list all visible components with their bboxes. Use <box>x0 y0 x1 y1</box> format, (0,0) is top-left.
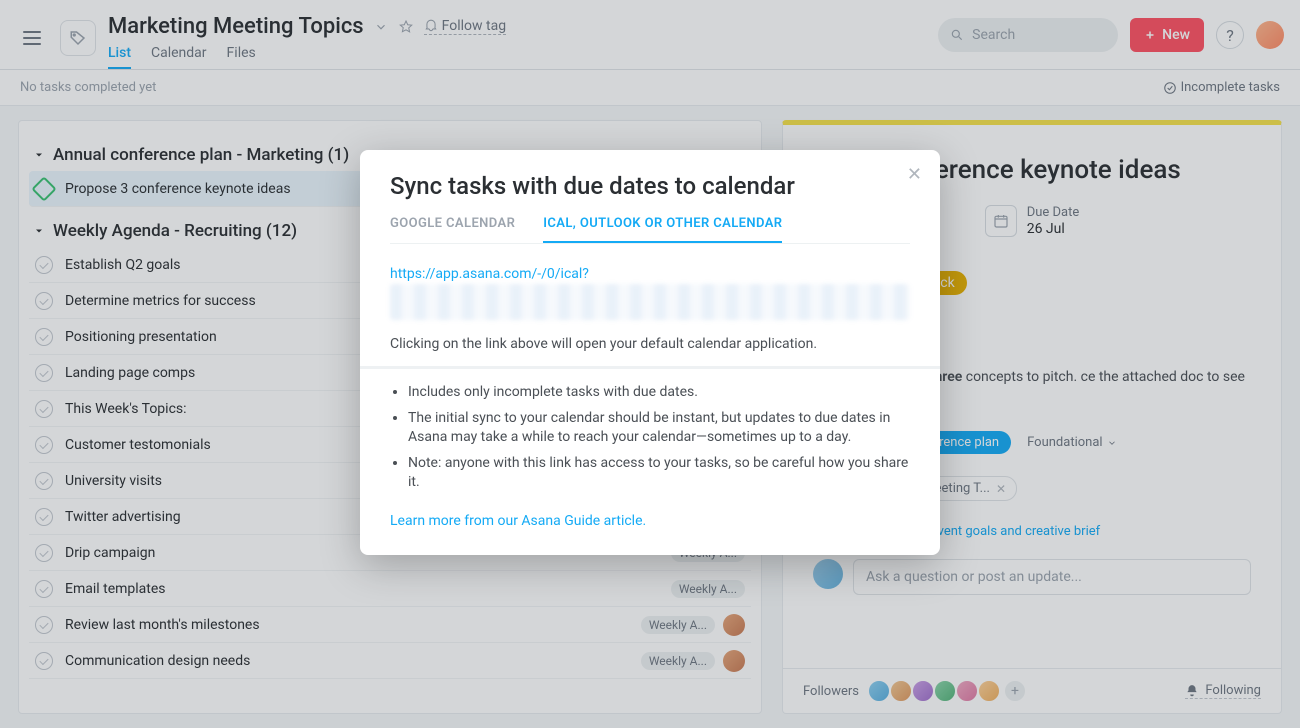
close-icon[interactable]: ✕ <box>907 164 922 185</box>
modal-bullet: The initial sync to your calendar should… <box>408 409 910 448</box>
modal-tab-ical[interactable]: ICAL, OUTLOOK OR OTHER CALENDAR <box>543 216 782 243</box>
modal-overlay[interactable]: ✕ Sync tasks with due dates to calendar … <box>0 0 1300 728</box>
ical-url-link[interactable]: https://app.asana.com/-/0/ical? <box>390 266 910 282</box>
sync-calendar-modal: ✕ Sync tasks with due dates to calendar … <box>360 150 940 555</box>
modal-explainer: Clicking on the link above will open you… <box>390 336 910 352</box>
modal-bullet: Includes only incomplete tasks with due … <box>408 383 910 403</box>
modal-tabs: GOOGLE CALENDAR ICAL, OUTLOOK OR OTHER C… <box>390 216 910 244</box>
ical-token-obscured <box>390 284 910 320</box>
modal-tab-google[interactable]: GOOGLE CALENDAR <box>390 216 515 243</box>
modal-divider <box>360 366 940 369</box>
guide-article-link[interactable]: Learn more from our Asana Guide article. <box>390 513 646 529</box>
modal-bullet: Note: anyone with this link has access t… <box>408 454 910 493</box>
modal-bullet-list: Includes only incomplete tasks with due … <box>408 383 910 493</box>
modal-title: Sync tasks with due dates to calendar <box>390 172 910 200</box>
